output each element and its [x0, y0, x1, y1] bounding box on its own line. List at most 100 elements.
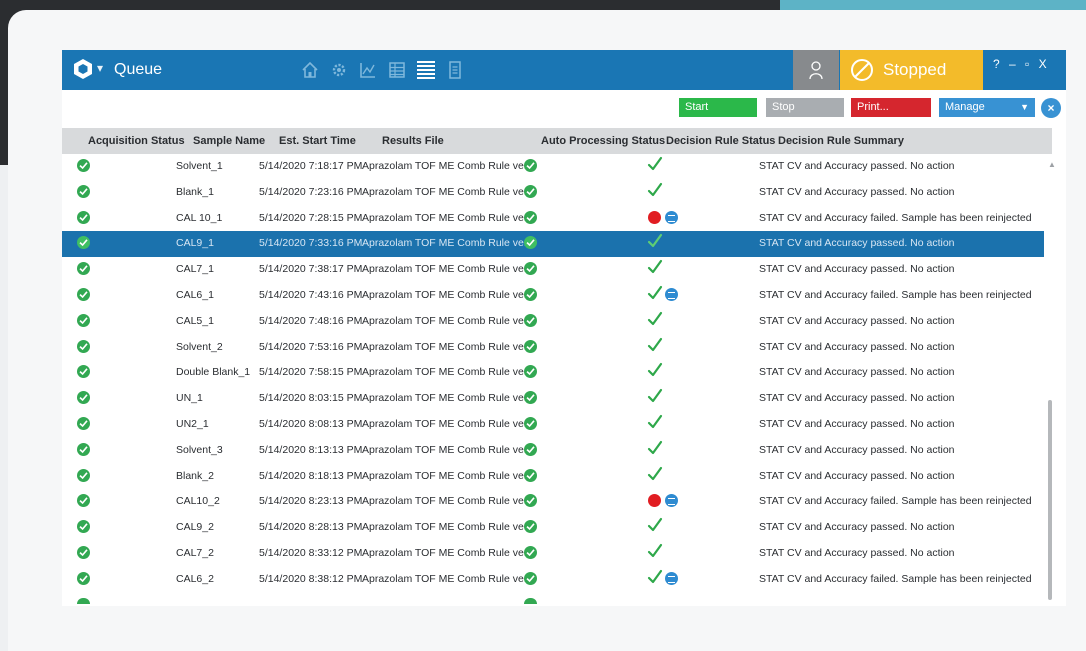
- manage-label: Manage: [945, 101, 985, 113]
- decision-summary-cell: STAT CV and Accuracy passed. No action: [759, 237, 955, 250]
- decision-pass-icon: [647, 233, 663, 249]
- decision-pass-icon: [647, 182, 663, 198]
- decision-summary-cell: STAT CV and Accuracy passed. No action: [759, 443, 955, 456]
- scroll-up-arrow-icon[interactable]: ▲: [1048, 160, 1056, 169]
- chart-icon[interactable]: [356, 58, 380, 82]
- table-row[interactable]: Solvent_3 5/14/2020 8:13:13 PM Aprazolam T…: [62, 438, 1044, 464]
- results-file-cell[interactable]: Aprazolam TOF ME Comb Rule ve...: [362, 444, 533, 456]
- decision-summary-cell: STAT CV and Accuracy passed. No action: [759, 546, 955, 559]
- table-row[interactable]: CAL9_2 5/14/2020 8:28:13 PM Aprazolam TOF …: [62, 515, 1044, 541]
- gear-icon[interactable]: [327, 58, 351, 82]
- table-row[interactable]: CAL6_2 5/14/2020 8:38:12 PM Aprazolam TOF …: [62, 567, 1044, 593]
- table-row[interactable]: Double Blank_1 5/14/2020 7:58:15 PM Aprazo…: [62, 360, 1044, 386]
- est-start-time-cell: 5/14/2020 8:18:13 PM: [259, 469, 363, 482]
- results-file-cell[interactable]: Aprazolam TOF ME Comb Rule ve...: [362, 212, 533, 224]
- table-row[interactable]: CAL6_1 5/14/2020 7:43:16 PM Aprazolam TOF …: [62, 283, 1044, 309]
- results-file-cell[interactable]: Aprazolam TOF ME Comb Rule ve...: [362, 495, 533, 507]
- title-bar: ▾ Queue Stopped ? – ▫ X: [62, 50, 1066, 90]
- table-row[interactable]: CAL9_1 5/14/2020 7:33:16 PM Aprazolam TOF …: [62, 231, 1044, 258]
- col-sample-name[interactable]: Sample Name: [193, 135, 265, 147]
- auto-processing-ok-icon: [524, 416, 537, 430]
- reinjection-info-icon[interactable]: [665, 210, 678, 224]
- table-row[interactable]: CAL 10_1 5/14/2020 7:28:15 PM Aprazolam TO…: [62, 206, 1044, 232]
- table-row[interactable]: Blank_1 5/14/2020 7:23:16 PM Aprazolam TOF…: [62, 180, 1044, 206]
- app-logo-icon[interactable]: [72, 58, 94, 80]
- sample-name-cell: CAL9_1: [176, 237, 214, 250]
- manage-dropdown[interactable]: Manage ▼: [939, 98, 1035, 117]
- start-button[interactable]: Start: [679, 98, 757, 117]
- table-row[interactable]: CAL7_2 5/14/2020 8:33:12 PM Aprazolam TOF …: [62, 541, 1044, 567]
- decision-pass-icon: [647, 569, 663, 585]
- decision-summary-cell: STAT CV and Accuracy passed. No action: [759, 469, 955, 482]
- table-row[interactable]: Solvent_2 5/14/2020 7:53:16 PM Aprazolam T…: [62, 335, 1044, 361]
- sample-name-cell: CAL6_1: [176, 288, 214, 301]
- auto-processing-ok-icon: [524, 598, 537, 604]
- sample-name-cell: Solvent_1: [176, 160, 223, 172]
- home-icon[interactable]: [298, 58, 322, 82]
- est-start-time-cell: 5/14/2020 7:53:16 PM: [259, 340, 363, 353]
- acquisition-ok-icon: [77, 442, 90, 456]
- col-decision-rule-summary[interactable]: Decision Rule Summary: [778, 135, 904, 147]
- table-row[interactable]: Blank_2 5/14/2020 8:18:13 PM Aprazolam TOF…: [62, 464, 1044, 490]
- results-file-cell[interactable]: Aprazolam TOF ME Comb Rule ve...: [362, 521, 533, 533]
- document-icon[interactable]: [443, 58, 467, 82]
- est-start-time-cell: 5/14/2020 8:38:12 PM: [259, 572, 363, 585]
- col-auto-processing-status[interactable]: Auto Processing Status: [541, 135, 665, 147]
- results-file-cell[interactable]: Aprazolam TOF ME Comb Rule ve...: [362, 160, 533, 172]
- col-est-start-time[interactable]: Est. Start Time: [279, 135, 356, 147]
- table-row[interactable]: Solvent_1 5/14/2020 7:18:17 PM Aprazolam T…: [62, 154, 1044, 180]
- reinjection-info-icon[interactable]: [665, 571, 678, 585]
- results-file-cell[interactable]: Aprazolam TOF ME Comb Rule ve...: [362, 186, 533, 198]
- table-row[interactable]: UN_1 5/14/2020 8:03:15 PM Aprazolam TOF ME…: [62, 386, 1044, 412]
- reinjection-info-icon[interactable]: [665, 494, 678, 508]
- stop-button[interactable]: Stop: [766, 98, 844, 117]
- decision-summary-cell: STAT CV and Accuracy failed. Sample has …: [759, 288, 1032, 301]
- acquisition-ok-icon: [77, 236, 90, 250]
- auto-processing-ok-icon: [524, 468, 537, 482]
- queue-list-icon[interactable]: [414, 58, 438, 82]
- col-decision-rule-status[interactable]: Decision Rule Status: [666, 135, 775, 147]
- reinjection-info-icon[interactable]: [665, 287, 678, 301]
- acquisition-ok-icon: [77, 416, 90, 430]
- decision-summary-cell: STAT CV and Accuracy passed. No action: [759, 185, 955, 198]
- queue-table-body: Solvent_1 5/14/2020 7:18:17 PM Aprazolam T…: [62, 154, 1044, 593]
- table-row[interactable]: CAL5_1 5/14/2020 7:48:16 PM Aprazolam TOF …: [62, 309, 1044, 335]
- results-file-cell[interactable]: Aprazolam TOF ME Comb Rule ve...: [362, 366, 533, 378]
- print-button[interactable]: Print...: [851, 98, 931, 117]
- results-file-cell[interactable]: Aprazolam TOF ME Comb Rule ve...: [362, 470, 533, 482]
- col-acquisition-status[interactable]: Acquisition Status: [88, 135, 185, 147]
- col-results-file[interactable]: Results File: [382, 135, 444, 147]
- window-controls[interactable]: ? – ▫ X: [993, 57, 1050, 71]
- acquisition-ok-icon: [77, 210, 90, 224]
- decision-pass-icon: [647, 466, 663, 482]
- sample-name-cell: CAL7_1: [176, 263, 214, 276]
- results-file-cell[interactable]: Aprazolam TOF ME Comb Rule ve...: [362, 263, 533, 275]
- results-file-cell[interactable]: Aprazolam TOF ME Comb Rule ve...: [362, 315, 533, 327]
- table-icon[interactable]: [385, 58, 409, 82]
- table-row[interactable]: CAL10_2 5/14/2020 8:23:13 PM Aprazolam TOF…: [62, 489, 1044, 515]
- acquisition-ok-icon: [77, 520, 90, 534]
- decision-summary-cell: STAT CV and Accuracy failed. Sample has …: [759, 572, 1032, 585]
- queue-menu-caret-icon[interactable]: ▾: [97, 61, 103, 75]
- table-row[interactable]: CAL7_1 5/14/2020 7:38:17 PM Aprazolam TOF …: [62, 257, 1044, 283]
- results-file-cell[interactable]: Aprazolam TOF ME Comb Rule ve...: [362, 547, 533, 559]
- results-file-cell[interactable]: Aprazolam TOF ME Comb Rule ve...: [362, 237, 533, 249]
- results-file-cell[interactable]: Aprazolam TOF ME Comb Rule ve...: [362, 573, 533, 585]
- sample-name-cell: CAL5_1: [176, 314, 214, 327]
- results-file-cell[interactable]: Aprazolam TOF ME Comb Rule ve...: [362, 289, 533, 301]
- user-icon: [809, 61, 823, 80]
- est-start-time-cell: 5/14/2020 7:23:16 PM: [259, 185, 363, 198]
- results-file-cell[interactable]: Aprazolam TOF ME Comb Rule ve...: [362, 341, 533, 353]
- user-button[interactable]: [793, 50, 839, 90]
- results-file-cell[interactable]: Aprazolam TOF ME Comb Rule ve...: [362, 418, 533, 430]
- decision-pass-icon: [647, 311, 663, 327]
- table-header: Acquisition Status Sample Name Est. Star…: [62, 128, 1052, 154]
- auto-processing-ok-icon: [524, 520, 537, 534]
- est-start-time-cell: 5/14/2020 7:48:16 PM: [259, 314, 363, 327]
- close-icon[interactable]: ×: [1041, 98, 1061, 118]
- auto-processing-ok-icon: [524, 287, 537, 301]
- vertical-scrollbar-thumb[interactable]: [1048, 400, 1052, 600]
- sample-name-cell: CAL9_2: [176, 521, 214, 534]
- table-row[interactable]: UN2_1 5/14/2020 8:08:13 PM Aprazolam TOF M…: [62, 412, 1044, 438]
- results-file-cell[interactable]: Aprazolam TOF ME Comb Rule ve...: [362, 392, 533, 404]
